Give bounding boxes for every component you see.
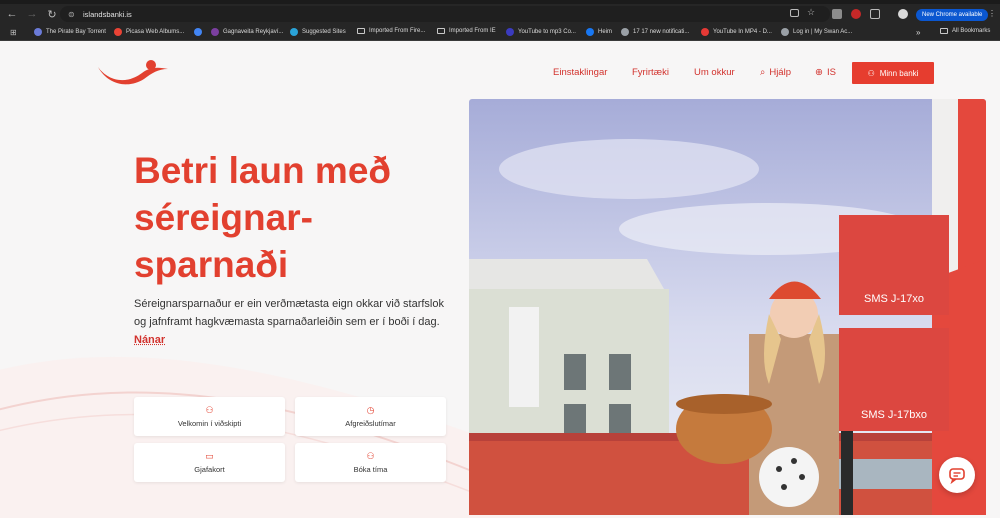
nav-about[interactable]: Um okkur [694,67,735,78]
gift-card-icon: ▭ [205,451,214,461]
globe-icon [621,28,629,36]
bookmark-item[interactable]: YouTube In MP4 - D... [701,28,772,36]
bookmark-item[interactable]: Log in | My Swan Ac... [781,28,852,36]
hero-heading: Betri laun með séreignar- sparnaði [134,150,391,285]
cast-icon[interactable] [790,9,799,17]
folder-icon [437,28,445,34]
language-selector[interactable]: ⊕ IS [815,67,836,78]
nav-help[interactable]: ⌕ Hjálp [760,67,791,78]
user-calendar-icon: ⚇ [366,451,375,461]
bing-icon [290,28,298,36]
bookmark-item[interactable]: 17 17 new notificati... [621,28,689,36]
my-bank-button[interactable]: ⚇ Minn banki [852,62,934,84]
folder-icon [940,28,948,34]
bookmark-item[interactable] [194,28,206,36]
islandsbanki-logo[interactable] [96,59,170,87]
youtube-icon [701,28,709,36]
site-info-icon[interactable]: ⊜ [68,10,77,19]
pirate-icon [34,28,42,36]
address-toolbar: ← → ↻ ⊜ islandsbanki.is ☆ New Chrome ava… [0,4,1000,24]
profile-avatar[interactable] [898,9,908,19]
sms-box-1[interactable]: SMS J-17xo [839,215,949,315]
card-book-appointment[interactable]: ⚇ Bóka tíma [295,443,446,482]
nav-companies[interactable]: Fyrirtæki [632,67,669,78]
chat-button[interactable] [939,457,975,493]
url-text: islandsbanki.is [83,9,132,19]
shield-extension-icon[interactable] [851,9,861,19]
bookmark-item[interactable]: Picasa Web Albums... [114,28,184,36]
forward-icon[interactable]: → [24,6,40,22]
globe-icon: ⊕ [815,67,823,78]
bookmark-folder[interactable]: Imported From IE [437,28,496,34]
bookmark-item[interactable]: Heim [586,28,612,36]
reload-icon[interactable]: ↻ [44,6,60,22]
site-icon [506,28,514,36]
bookmark-item[interactable]: The Pirate Bay Torrent [34,28,106,36]
bookmarks-bar: ⊞ The Pirate Bay Torrent Picasa Web Albu… [0,24,1000,41]
bookmark-item[interactable]: Gagnaveita Reykjaví... [211,28,283,36]
extension-icon[interactable] [832,9,842,19]
search-icon: ⌕ [760,67,766,78]
bookmark-item[interactable]: Suggested Sites [290,28,346,36]
back-icon[interactable]: ← [4,6,20,22]
menu-icon[interactable]: ⋮ [988,9,996,18]
apps-icon[interactable]: ⊞ [10,28,17,37]
google-icon [194,28,202,36]
card-welcome[interactable]: ⚇ Velkomin í viðskipti [134,397,285,436]
card-gift-card[interactable]: ▭ Gjafakort [134,443,285,482]
facebook-icon [586,28,594,36]
clock-icon: ◷ [366,405,375,415]
more-bookmarks-icon[interactable]: » [916,28,920,37]
card-opening-hours[interactable]: ◷ Afgreiðslutímar [295,397,446,436]
folder-icon [357,28,365,34]
chat-icon [949,468,965,484]
all-bookmarks[interactable]: All Bookmarks [940,28,990,34]
bookmark-item[interactable]: YouTube to mp3 Co... [506,28,576,36]
update-button[interactable]: New Chrome available [916,9,989,21]
hero-lead: Séreignarsparnaður er ein verðmætasta ei… [134,298,444,346]
site-icon [211,28,219,36]
bookmark-star-icon[interactable]: ☆ [807,7,817,17]
user-plus-icon: ⚇ [205,405,214,415]
bookmark-folder[interactable]: Imported From Fire... [357,28,425,34]
sms-box-2[interactable]: SMS J-17bxo [839,328,949,431]
page: Einstaklingar Fyrirtæki Um okkur ⌕ Hjálp… [0,41,1000,518]
url-bar[interactable]: ⊜ islandsbanki.is [60,6,830,22]
nav-individuals[interactable]: Einstaklingar [553,67,607,78]
google-icon [114,28,122,36]
more-link[interactable]: Nánar [134,334,165,346]
user-icon: ⚇ [867,68,875,78]
puzzle-icon[interactable] [870,9,880,19]
globe-icon [781,28,789,36]
